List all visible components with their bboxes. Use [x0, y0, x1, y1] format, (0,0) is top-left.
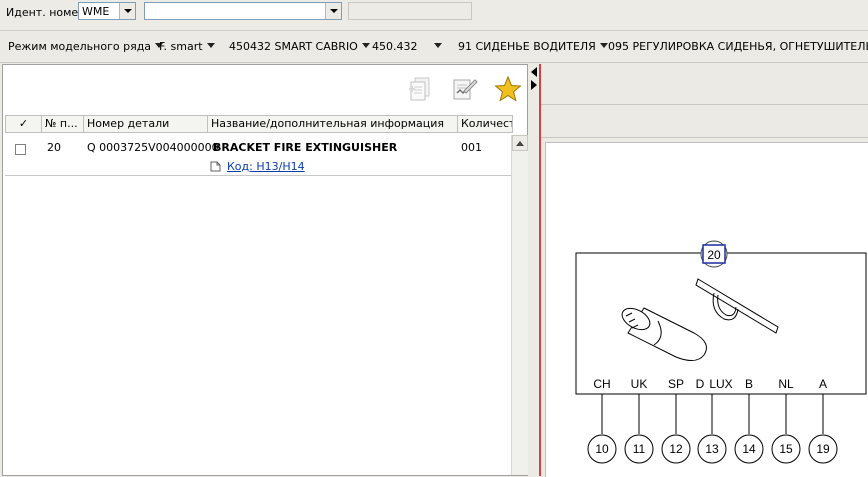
balloon-number: 11: [633, 442, 646, 456]
breadcrumb-label: 450432 SMART CABRIO: [229, 40, 358, 53]
ident-label: Идент. номер: [6, 6, 86, 19]
variant-label: CH: [593, 377, 610, 391]
variant-label: LUX: [709, 377, 732, 391]
variant-label: NL: [778, 377, 794, 391]
bracket-part: [695, 278, 779, 334]
variant-label: A: [819, 377, 827, 391]
chevron-down-icon: [206, 43, 215, 48]
balloon-number: 12: [669, 442, 683, 456]
breadcrumb-group[interactable]: 91 СИДЕНЬЕ ВОДИТЕЛЯ: [458, 40, 608, 53]
variant-label: UK: [631, 377, 648, 391]
balloon-number: 10: [595, 442, 609, 456]
parts-list-panel: ✓ № п... Номер детали Название/дополните…: [2, 64, 528, 476]
ident-type-value: WME: [82, 5, 110, 18]
breadcrumb: Режим модельного ряда F. smart 450432 SM…: [0, 34, 868, 58]
breadcrumb-label: 095 РЕГУЛИРОВКА СИДЕНЬЯ, ОГНЕТУШИТЕЛЬ: [608, 40, 868, 53]
ident-number-combobox[interactable]: [144, 2, 342, 20]
extinguisher-part: [621, 307, 707, 361]
parts-toolbar: [3, 65, 527, 113]
row-divider: [5, 175, 513, 176]
variant-label: SP: [668, 377, 684, 391]
parts-drawing[interactable]: 20 CH UK SP D LUX B NL A 10 11 12 13 14 …: [545, 142, 868, 477]
chevron-down-icon: [599, 43, 608, 48]
column-header-part-number[interactable]: Номер детали: [84, 116, 208, 132]
divider: [0, 62, 868, 63]
vertical-scrollbar[interactable]: [511, 135, 528, 475]
row-quantity: 001: [461, 141, 482, 154]
copy-list-icon[interactable]: [406, 75, 434, 103]
ident-type-select[interactable]: WME: [78, 2, 136, 20]
divider: [541, 137, 868, 138]
chevron-down-icon: [433, 43, 442, 48]
variant-label: B: [745, 377, 753, 391]
divider: [0, 30, 868, 31]
breadcrumb-label: F. smart: [159, 40, 203, 53]
edit-notes-icon[interactable]: [450, 75, 478, 103]
exploded-view-diagram: 20 CH UK SP D LUX B NL A 10 11 12 13 14 …: [575, 240, 867, 464]
splitter-arrows-icon[interactable]: [530, 66, 538, 92]
balloon-number: 13: [705, 442, 719, 456]
callout-number[interactable]: 20: [707, 248, 721, 262]
breadcrumb-brand[interactable]: F. smart: [159, 40, 215, 53]
breadcrumb-label: Режим модельного ряда: [8, 40, 152, 53]
breadcrumb-mode[interactable]: Режим модельного ряда: [8, 40, 164, 53]
ident-bar: Идент. номер WME: [0, 0, 868, 26]
balloon-number: 19: [816, 442, 830, 456]
panel-splitter[interactable]: [529, 64, 539, 476]
breadcrumb-label: 450.432: [372, 40, 418, 53]
balloon-number: 15: [779, 442, 793, 456]
row-part-number: Q 0003725V004000000: [87, 141, 219, 154]
row-position: 20: [47, 141, 61, 154]
column-header-position[interactable]: № п...: [42, 116, 84, 132]
divider: [541, 104, 868, 105]
chevron-down-icon[interactable]: [325, 3, 341, 19]
breadcrumb-label: 91 СИДЕНЬЕ ВОДИТЕЛЯ: [458, 40, 596, 53]
column-header-check[interactable]: ✓: [6, 116, 42, 132]
scroll-up-icon[interactable]: [512, 135, 528, 151]
table-row[interactable]: 20 Q 0003725V004000000 BRACKET FIRE EXTI…: [5, 135, 513, 175]
balloon-number: 14: [742, 442, 756, 456]
chevron-down-icon: [361, 43, 370, 48]
favorite-star-icon[interactable]: [494, 75, 522, 103]
row-code-link[interactable]: Код: H13/H14: [227, 160, 305, 173]
parts-table-header: ✓ № п... Номер детали Название/дополните…: [5, 115, 513, 133]
ident-readonly-field: [348, 2, 472, 20]
breadcrumb-type[interactable]: 450.432: [372, 40, 442, 53]
column-header-quantity[interactable]: Количест: [458, 116, 512, 132]
row-checkbox[interactable]: [15, 144, 26, 155]
breadcrumb-subgroup[interactable]: 095 РЕГУЛИРОВКА СИДЕНЬЯ, ОГНЕТУШИТЕЛЬ: [608, 40, 868, 53]
row-part-name: BRACKET FIRE EXTINGUISHER: [213, 141, 398, 154]
note-icon: [210, 161, 221, 172]
breadcrumb-model[interactable]: 450432 SMART CABRIO: [229, 40, 370, 53]
chevron-down-icon[interactable]: [119, 3, 135, 19]
column-header-name[interactable]: Название/дополнительная информация: [208, 116, 458, 132]
variant-label: D: [696, 377, 705, 391]
